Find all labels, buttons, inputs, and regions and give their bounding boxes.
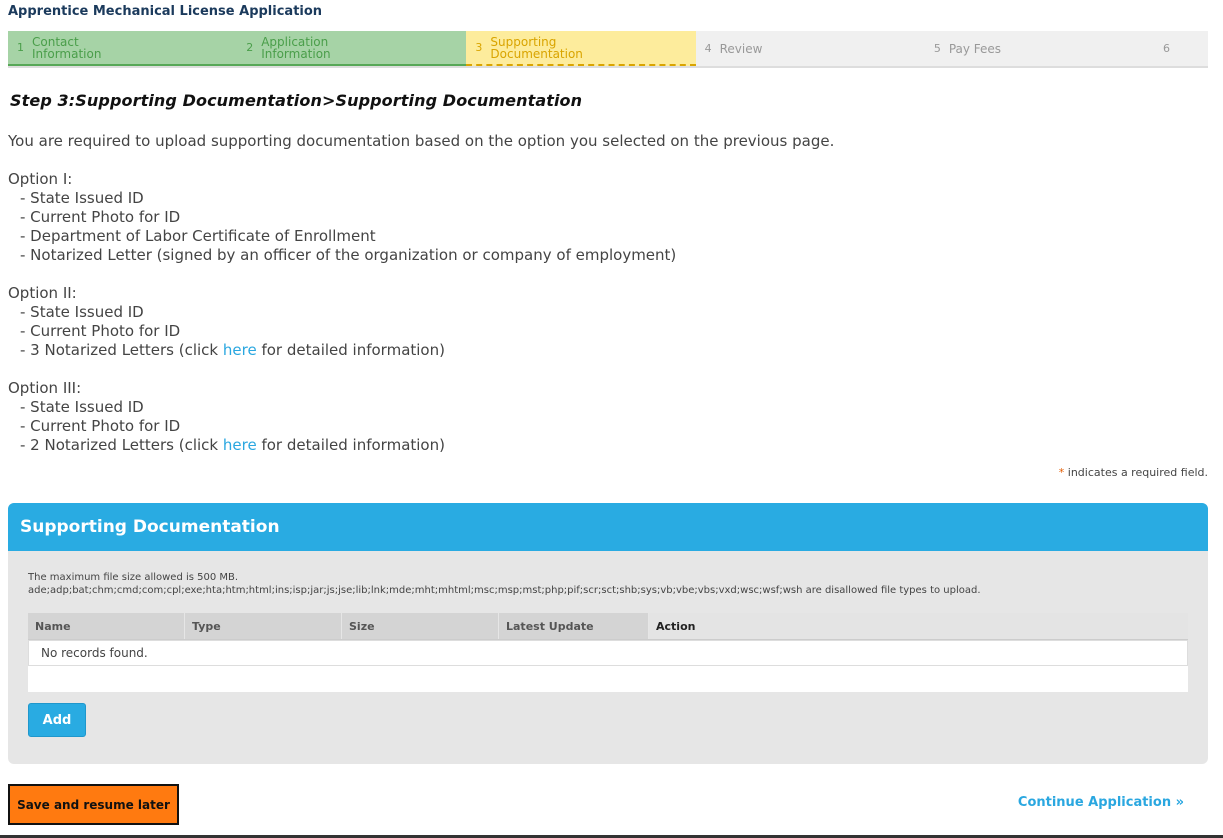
option-1-item: - State Issued ID <box>20 189 144 207</box>
step-number: 5 <box>933 42 941 55</box>
step-number: 3 <box>475 41 483 54</box>
step-label: Contact Information <box>32 34 102 61</box>
step-number: 4 <box>704 42 712 55</box>
column-size[interactable]: Size <box>342 613 499 639</box>
step-label: Application Information <box>261 34 331 61</box>
option-1-title: Option I: <box>8 170 73 188</box>
required-field-note: * indicates a required field. <box>1058 466 1208 479</box>
step-label: Supporting Documentation <box>490 34 583 61</box>
step-6: 6 <box>1154 31 1208 66</box>
add-button[interactable]: Add <box>28 703 86 737</box>
step-label: Pay Fees <box>948 41 1002 56</box>
column-type[interactable]: Type <box>185 613 342 639</box>
app-title: Apprentice Mechanical License Applicatio… <box>8 4 323 19</box>
table-header: Name Type Size Latest Update Action <box>28 613 1188 640</box>
option-1-item: - Notarized Letter (signed by an officer… <box>20 246 677 264</box>
column-action: Action <box>649 613 1188 639</box>
option-3-letters: - 2 Notarized Letters (click here for de… <box>20 436 445 454</box>
option-3-item: - Current Photo for ID <box>20 417 181 435</box>
panel-title: Supporting Documentation <box>8 503 1208 551</box>
column-name[interactable]: Name <box>28 613 185 639</box>
option-2-letters: - 3 Notarized Letters (click here for de… <box>20 341 445 359</box>
step-label: Review <box>719 41 763 56</box>
table-filler <box>28 666 1188 692</box>
step-number: 6 <box>1163 42 1171 55</box>
option-3-item: - State Issued ID <box>20 398 144 416</box>
documents-table: Name Type Size Latest Update Action No r… <box>28 613 1188 692</box>
step-number: 2 <box>246 41 254 54</box>
here-link[interactable]: here <box>223 341 257 359</box>
page-title: Step 3:Supporting Documentation>Supporti… <box>10 91 583 110</box>
option-2-title: Option II: <box>8 284 77 302</box>
empty-row: No records found. <box>28 640 1188 666</box>
instructions: You are required to upload supporting do… <box>8 132 834 455</box>
option-2-item: - Current Photo for ID <box>20 322 181 340</box>
step-pay-fees: 5 Pay Fees <box>925 31 1154 66</box>
step-application-information: 2 Application Information <box>237 31 467 66</box>
disallowed-types: ade;adp;bat;chm;cmd;com;cpl;exe;hta;htm;… <box>28 585 981 596</box>
step-contact-information: 1 Contact Information <box>8 31 238 66</box>
step-number: 1 <box>17 41 24 54</box>
step-progress-bar: 1 Contact Information 2 Application Inform… <box>8 31 1208 68</box>
supporting-documentation-panel: Supporting Documentation The maximum fil… <box>8 503 1208 764</box>
intro-text: You are required to upload supporting do… <box>8 132 835 150</box>
max-file-size: The maximum file size allowed is 500 MB. <box>28 572 239 583</box>
option-3-title: Option III: <box>8 379 82 397</box>
save-and-resume-button[interactable]: Save and resume later <box>8 784 179 825</box>
option-1-item: - Current Photo for ID <box>20 208 181 226</box>
option-1-item: - Department of Labor Certificate of Enr… <box>20 227 376 245</box>
file-limits: The maximum file size allowed is 500 MB.… <box>28 571 981 597</box>
step-supporting-documentation: 3 Supporting Documentation <box>466 31 696 66</box>
continue-application-link[interactable]: Continue Application » <box>1018 795 1184 810</box>
step-review: 4 Review <box>696 31 925 66</box>
option-2-item: - State Issued ID <box>20 303 144 321</box>
column-latest-update[interactable]: Latest Update <box>499 613 649 639</box>
here-link[interactable]: here <box>223 436 257 454</box>
